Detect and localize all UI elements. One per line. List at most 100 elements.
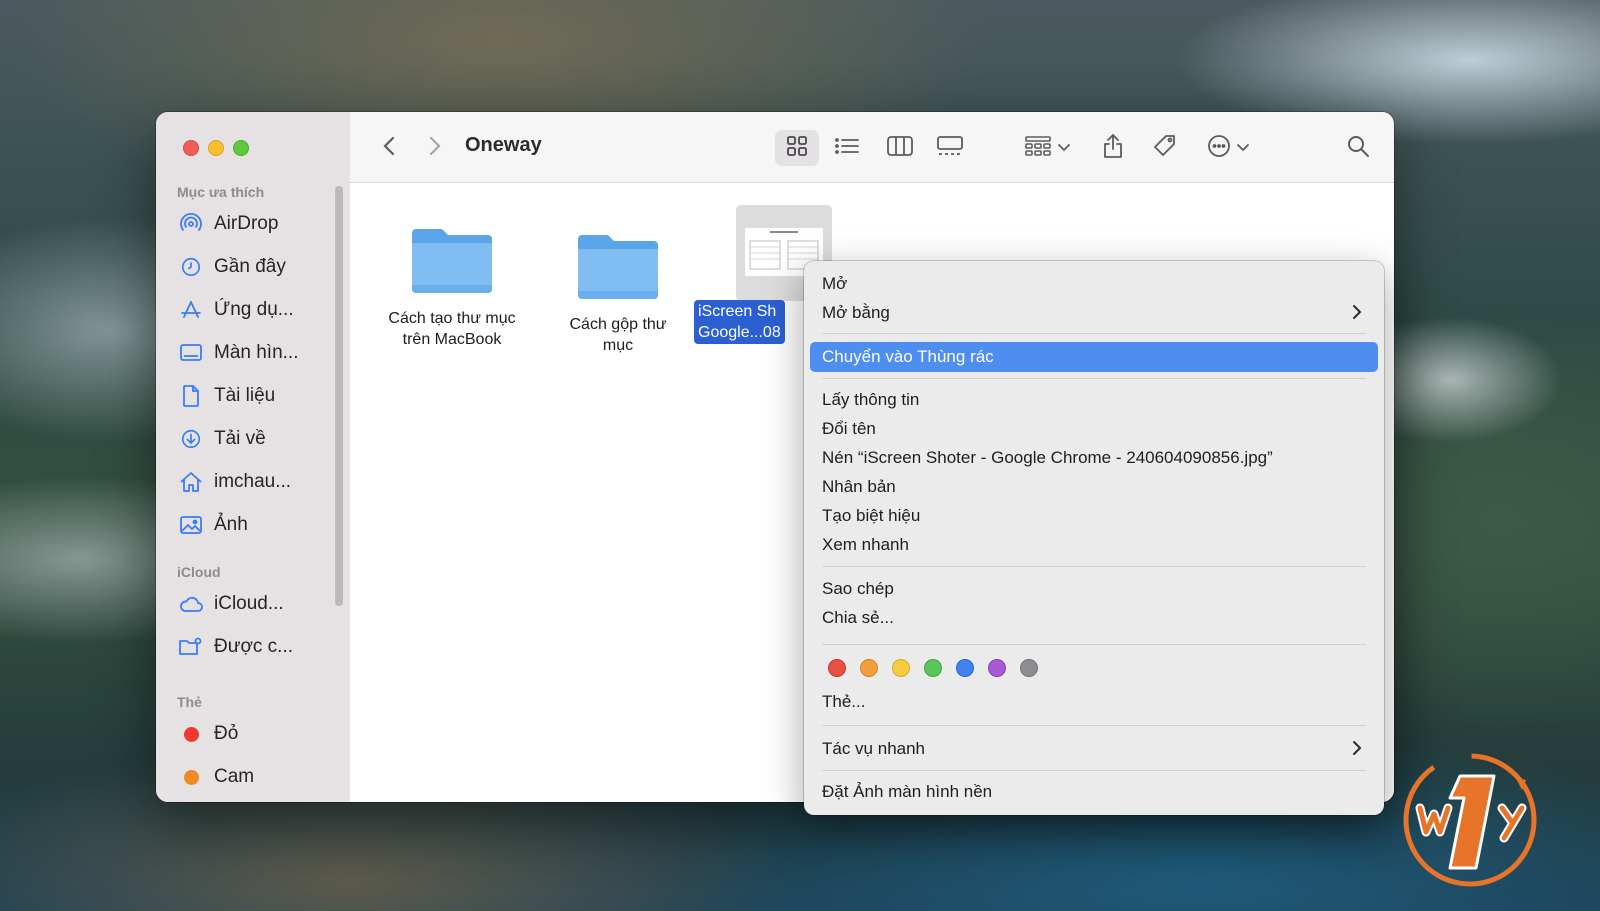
menu-item-quick-look[interactable]: Xem nhanh (822, 532, 1372, 558)
clock-icon (178, 254, 204, 280)
group-grid-icon (1024, 135, 1052, 162)
ellipsis-circle-icon (1207, 134, 1231, 163)
chevron-right-icon (1352, 739, 1362, 762)
red-tag-icon (178, 721, 204, 747)
sidebar: Mục ưa thích AirDrop Gần đây Ứng dụ... M… (156, 112, 351, 802)
sidebar-item-shared[interactable]: Được c... (178, 629, 348, 665)
menu-item-open[interactable]: Mở (822, 271, 1372, 297)
menu-separator (822, 725, 1366, 726)
menu-item-quick-actions[interactable]: Tác vụ nhanh (822, 736, 1372, 762)
applications-icon (178, 297, 204, 323)
chevron-right-icon (428, 135, 442, 162)
menu-separator (822, 566, 1366, 567)
icon-view-button[interactable] (775, 130, 819, 166)
sidebar-item-label: Tài liệu (214, 385, 276, 406)
search-icon (1346, 134, 1370, 163)
tag-color-orange[interactable] (860, 659, 878, 677)
menu-item-rename[interactable]: Đổi tên (822, 416, 1372, 442)
menu-separator (822, 333, 1366, 334)
window-title: Oneway (465, 134, 542, 156)
list-view-button[interactable] (825, 130, 869, 166)
sidebar-item-label: Được c... (214, 636, 294, 657)
menu-item-duplicate[interactable]: Nhân bản (822, 474, 1372, 500)
file-name: Cách gộp thư mục (569, 316, 667, 354)
tag-icon (1152, 133, 1178, 164)
column-view-button[interactable] (878, 130, 922, 166)
tag-color-red[interactable] (828, 659, 846, 677)
window-controls (183, 140, 249, 156)
folder-icon (538, 227, 698, 313)
sidebar-item-applications[interactable]: Ứng dụ... (178, 292, 348, 328)
minimize-button[interactable] (208, 140, 224, 156)
sidebar-item-airdrop[interactable]: AirDrop (178, 206, 348, 242)
sidebar-item-icloud-drive[interactable]: iCloud... (178, 586, 348, 622)
home-icon (178, 469, 204, 495)
cloud-icon (178, 591, 204, 617)
icloud-header: iCloud (177, 564, 221, 580)
orange-tag-icon (178, 764, 204, 790)
menu-item-compress[interactable]: Nén “iScreen Shoter - Google Chrome - 24… (822, 445, 1372, 471)
forward-button[interactable] (422, 130, 448, 166)
columns-icon (886, 135, 914, 162)
menu-separator (822, 378, 1366, 379)
more-actions-button[interactable] (1200, 130, 1256, 166)
sidebar-item-label: Cam (214, 766, 255, 787)
sidebar-item-tag-orange[interactable]: Cam (178, 759, 348, 795)
download-icon (178, 426, 204, 452)
menu-separator (822, 770, 1366, 771)
photo-icon (178, 512, 204, 538)
grid-icon (786, 135, 808, 162)
close-button[interactable] (183, 140, 199, 156)
menu-item-open-with[interactable]: Mở bằng (822, 300, 1372, 326)
tag-button[interactable] (1147, 130, 1183, 166)
file-item-folder[interactable]: Cách gộp thư mục (538, 227, 698, 357)
oneway-logo (1398, 748, 1543, 893)
tag-color-blue[interactable] (956, 659, 974, 677)
context-menu: Mở Mở bằng Chuyển vào Thùng rác Lấy thôn… (804, 261, 1384, 815)
sidebar-item-documents[interactable]: Tài liệu (178, 378, 348, 414)
sidebar-item-label: Ảnh (214, 514, 248, 535)
tags-header: Thẻ (177, 694, 202, 710)
menu-separator (822, 644, 1366, 645)
chevron-left-icon (382, 135, 396, 162)
sidebar-item-photos[interactable]: Ảnh (178, 507, 348, 543)
sidebar-item-home[interactable]: imchau... (178, 464, 348, 500)
menu-item-move-to-trash[interactable]: Chuyển vào Thùng rác (810, 342, 1378, 372)
share-button[interactable] (1095, 130, 1131, 166)
sidebar-item-label: Ứng dụ... (214, 299, 294, 320)
menu-item-make-alias[interactable]: Tạo biệt hiệu (822, 503, 1372, 529)
toolbar: Oneway (350, 112, 1394, 183)
sidebar-item-label: Gần đây (214, 256, 286, 277)
desktop-icon (178, 340, 204, 366)
menu-item-get-info[interactable]: Lấy thông tin (822, 387, 1372, 413)
back-button[interactable] (376, 130, 402, 166)
tag-color-green[interactable] (924, 659, 942, 677)
sidebar-item-desktop[interactable]: Màn hìn... (178, 335, 348, 371)
menu-item-set-desktop-picture[interactable]: Đặt Ảnh màn hình nền (822, 779, 1372, 805)
sidebar-scrollbar[interactable] (335, 186, 343, 606)
menu-item-copy[interactable]: Sao chép (822, 576, 1372, 602)
menu-item-share[interactable]: Chia sẻ... (822, 605, 1372, 631)
file-item-folder[interactable]: Cách tạo thư mục trên MacBook (372, 221, 532, 351)
sidebar-item-tag-red[interactable]: Đỏ (178, 716, 348, 752)
sidebar-item-label: AirDrop (214, 213, 279, 234)
gallery-view-button[interactable] (928, 130, 972, 166)
tag-color-row (828, 659, 1038, 677)
chevron-right-icon (1352, 303, 1362, 326)
tag-color-yellow[interactable] (892, 659, 910, 677)
sidebar-item-recents[interactable]: Gần đây (178, 249, 348, 285)
zoom-button[interactable] (233, 140, 249, 156)
tag-color-gray[interactable] (1020, 659, 1038, 677)
sidebar-item-label: Tải về (214, 428, 266, 449)
search-button[interactable] (1340, 130, 1376, 166)
sidebar-item-downloads[interactable]: Tải về (178, 421, 348, 457)
sidebar-item-label: Đỏ (214, 723, 239, 744)
file-name-selected: iScreen Sh Google...08 (694, 300, 785, 344)
tag-color-purple[interactable] (988, 659, 1006, 677)
menu-item-tags[interactable]: Thẻ... (822, 689, 1372, 715)
sidebar-item-label: imchau... (214, 471, 292, 492)
chevron-down-icon (1237, 139, 1249, 157)
sidebar-item-label: Màn hìn... (214, 342, 299, 363)
list-icon (834, 136, 860, 161)
group-by-button[interactable] (1020, 130, 1074, 166)
